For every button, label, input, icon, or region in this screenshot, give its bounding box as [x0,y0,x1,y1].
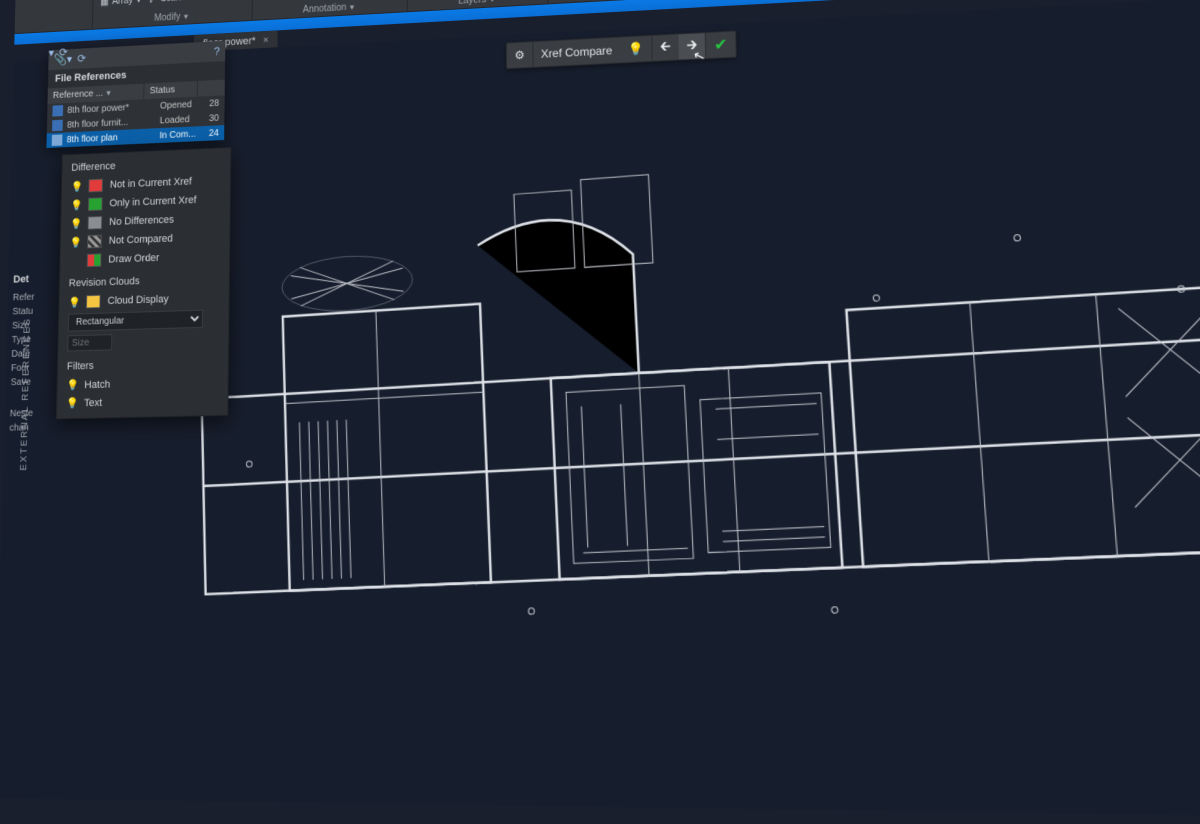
file-references-panel: 📎▾ ⟳ ? File References Reference ... Sta… [46,41,225,148]
lightbulb-icon: 💡 [70,236,81,249]
ref-status: Opened [160,99,205,111]
quick-access-toolbar: ▾ ⟳ [49,46,69,60]
opt-label: Text [84,397,102,409]
col-status[interactable]: Status [144,81,198,99]
swatch-gray [88,216,102,230]
dwg-icon [52,120,63,132]
swatch-green [88,197,102,211]
dwg-icon [52,134,63,146]
new-dropdown-icon[interactable]: ▾ [49,46,55,59]
ref-status: Loaded [160,113,205,125]
ref-size: 28 [209,98,219,109]
close-icon[interactable]: × [263,35,269,46]
refresh-icon[interactable]: ⟳ [59,46,68,59]
lightbulb-icon: 💡 [70,199,81,212]
help-icon[interactable]: ? [214,45,220,58]
array-tool[interactable]: ▦ Array ▾ [100,0,141,8]
ref-size: 24 [209,128,219,139]
ref-name: 8th floor plan [67,131,156,145]
swatch-order [87,253,101,267]
ref-size: 30 [209,113,219,124]
floor-plan [144,93,1200,706]
lightbulb-icon: 💡 [71,180,82,192]
lightbulb-icon: 💡 [68,296,79,309]
list-item: chan [9,420,63,435]
swatch-hatch [87,235,101,249]
scale-tool[interactable]: ⤢ Scale [150,0,183,5]
ref-status: In Com... [159,128,204,140]
lightbulb-icon: 💡 [70,217,81,230]
lightbulb-icon: 💡 [66,397,77,410]
cloud-size-input[interactable] [67,334,112,351]
lightbulb-icon: 💡 [66,379,77,392]
